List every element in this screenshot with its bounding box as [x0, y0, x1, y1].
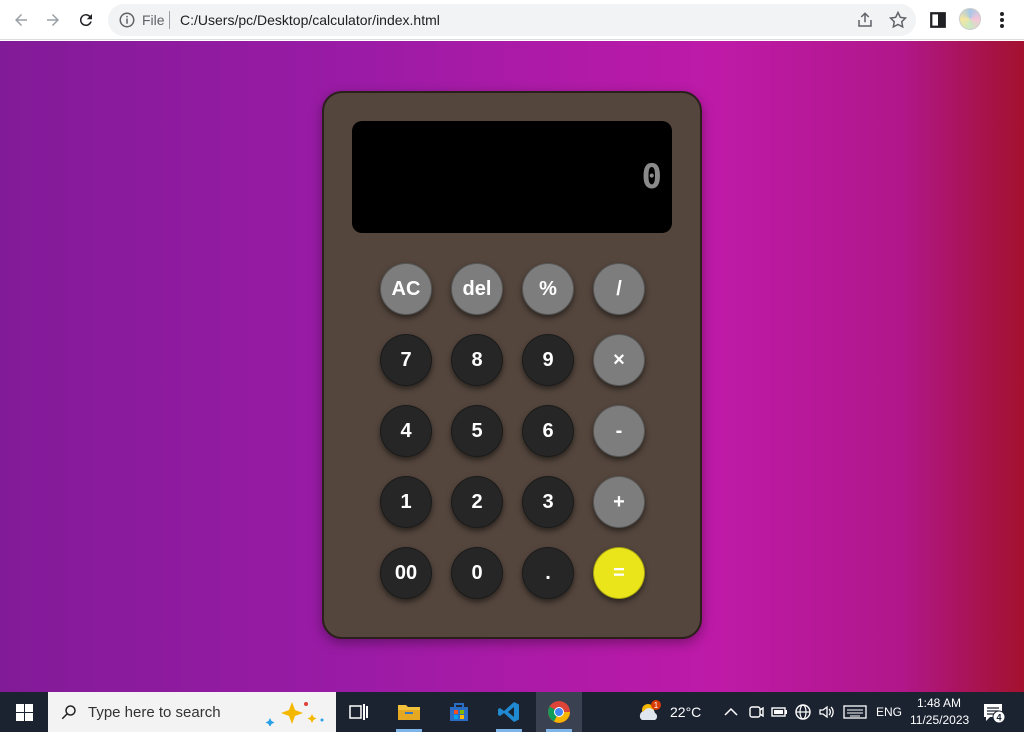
digit-5-button[interactable]: 5: [451, 405, 503, 457]
file-explorer-button[interactable]: [386, 692, 432, 732]
delete-button[interactable]: del: [451, 263, 503, 315]
keyboard-icon[interactable]: [843, 703, 867, 721]
add-button[interactable]: +: [593, 476, 645, 528]
search-icon: [61, 705, 76, 720]
language-indicator[interactable]: ENG: [876, 705, 902, 719]
side-panel-icon[interactable]: [929, 11, 947, 29]
reload-button[interactable]: [73, 7, 99, 33]
scheme-label: File: [142, 12, 165, 28]
meet-now-icon[interactable]: [748, 703, 764, 721]
back-button[interactable]: [8, 7, 34, 33]
chrome-icon: [548, 701, 570, 723]
digit-7-button[interactable]: 7: [380, 334, 432, 386]
search-placeholder: Type here to search: [88, 704, 221, 721]
multiply-button[interactable]: ×: [593, 334, 645, 386]
url-text[interactable]: C:/Users/pc/Desktop/calculator/index.htm…: [180, 12, 440, 28]
arrow-right-icon: [47, 14, 59, 26]
notification-count: 4: [996, 713, 1001, 723]
digit-6-button[interactable]: 6: [522, 405, 574, 457]
forward-button[interactable]: [40, 7, 66, 33]
digit-2-button[interactable]: 2: [451, 476, 503, 528]
digit-0-button[interactable]: 0: [451, 547, 503, 599]
subtract-button[interactable]: -: [593, 405, 645, 457]
browser-toolbar: File C:/Users/pc/Desktop/calculator/inde…: [0, 0, 1024, 40]
chrome-button[interactable]: [536, 692, 582, 732]
taskbar-search[interactable]: Type here to search: [48, 692, 336, 732]
equals-button[interactable]: =: [593, 547, 645, 599]
store-button[interactable]: [436, 692, 482, 732]
divider: [169, 11, 170, 29]
digit-4-button[interactable]: 4: [380, 405, 432, 457]
digit-8-button[interactable]: 8: [451, 334, 503, 386]
weather-icon[interactable]: 1: [636, 700, 664, 724]
store-icon: [450, 703, 468, 721]
percent-button[interactable]: %: [522, 263, 574, 315]
profile-avatar[interactable]: [959, 8, 981, 30]
decimal-button[interactable]: .: [522, 547, 574, 599]
reload-icon: [79, 14, 92, 27]
digit-3-button[interactable]: 3: [522, 476, 574, 528]
address-bar[interactable]: File C:/Users/pc/Desktop/calculator/inde…: [108, 4, 916, 36]
digit-9-button[interactable]: 9: [522, 334, 574, 386]
display-value: 0: [641, 157, 662, 197]
taskbar: Type here to search 1 22°C ENG 1:48 AM 1…: [0, 692, 1024, 732]
more-menu-icon[interactable]: [996, 10, 1008, 30]
info-icon[interactable]: [118, 11, 136, 29]
chevron-up-icon[interactable]: [724, 703, 738, 721]
double-zero-button[interactable]: 00: [380, 547, 432, 599]
share-icon[interactable]: [856, 11, 874, 29]
task-view-icon: [349, 704, 368, 720]
arrow-left-icon: [15, 14, 27, 26]
divide-button[interactable]: /: [593, 263, 645, 315]
sparkle-icon: [265, 702, 324, 726]
calculator: 0 AC del%/7 8 9 × 4 5 6-1 2 3 +00 0. =: [322, 91, 702, 639]
volume-icon[interactable]: [818, 703, 836, 721]
clock-time[interactable]: 1:48 AM: [917, 696, 961, 710]
calculator-display: 0: [352, 121, 672, 233]
vscode-icon: [498, 702, 519, 722]
star-icon[interactable]: [888, 10, 908, 30]
windows-start-icon[interactable]: [16, 704, 33, 721]
battery-icon[interactable]: [770, 703, 788, 721]
weather-temp: 22°C: [670, 704, 702, 720]
task-view-button[interactable]: [336, 692, 382, 732]
clock-date[interactable]: 11/25/2023: [910, 713, 969, 727]
network-globe-icon[interactable]: [794, 703, 812, 721]
page-background: 0 AC del%/7 8 9 × 4 5 6-1 2 3 +00 0. =: [0, 41, 1024, 692]
clear-button[interactable]: AC: [380, 263, 432, 315]
folder-icon: [398, 705, 420, 720]
notification-icon[interactable]: 4: [982, 702, 1006, 724]
weather-badge: 1: [654, 701, 659, 710]
vscode-button[interactable]: [486, 692, 532, 732]
digit-1-button[interactable]: 1: [380, 476, 432, 528]
